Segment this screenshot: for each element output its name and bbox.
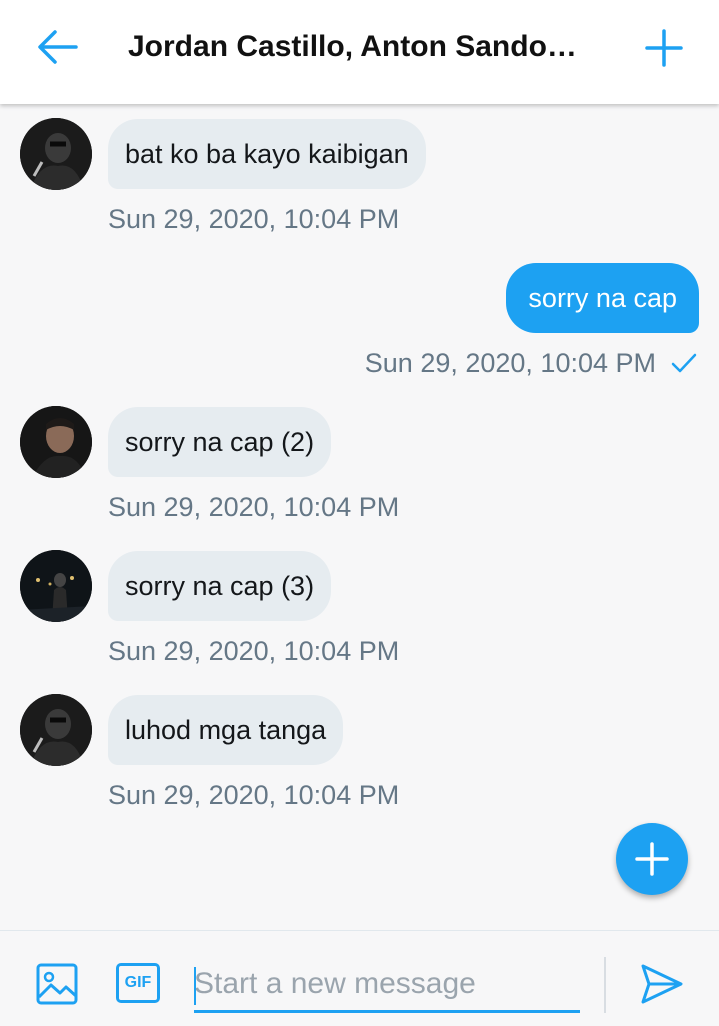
text-cursor	[194, 967, 196, 1005]
attach-image-button[interactable]	[36, 963, 78, 1005]
conversation-title[interactable]: Jordan Castillo, Anton Sandov…	[128, 30, 588, 64]
back-button[interactable]	[36, 28, 78, 66]
avatar-image	[20, 118, 92, 190]
message-bubble[interactable]: luhod mga tanga	[108, 695, 344, 765]
check-icon	[671, 353, 697, 373]
avatar-image	[20, 406, 92, 478]
plus-icon	[635, 842, 669, 876]
message-timestamp: Sun 29, 2020, 10:04 PM	[108, 492, 400, 522]
avatar[interactable]	[20, 118, 92, 190]
new-action-fab[interactable]	[616, 823, 688, 895]
message-bubble[interactable]: bat ko ba kayo kaibigan	[108, 119, 426, 189]
compose-bar: GIF	[0, 930, 719, 1026]
send-button[interactable]	[640, 963, 684, 1005]
message-bubble[interactable]: sorry na cap (2)	[108, 407, 332, 477]
message-timestamp: Sun 29, 2020, 10:04 PM	[108, 780, 400, 810]
message-input[interactable]	[194, 961, 580, 1013]
message-timestamp: Sun 29, 2020, 10:04 PM	[108, 636, 400, 666]
message-bubble[interactable]: sorry na cap	[506, 263, 699, 333]
add-participant-button[interactable]	[644, 28, 684, 68]
avatar-image	[20, 694, 92, 766]
send-icon	[641, 964, 683, 1004]
avatar-image	[20, 550, 92, 622]
conversation-header: Jordan Castillo, Anton Sandov…	[0, 0, 719, 104]
plus-icon	[645, 29, 683, 67]
compose-divider	[604, 957, 606, 1013]
message-list[interactable]: bat ko ba kayo kaibigan Sun 29, 2020, 10…	[0, 104, 719, 930]
message-timestamp: Sun 29, 2020, 10:04 PM	[108, 204, 400, 234]
message-timestamp: Sun 29, 2020, 10:04 PM	[364, 348, 656, 378]
gif-button[interactable]: GIF	[116, 963, 160, 1003]
avatar[interactable]	[20, 550, 92, 622]
avatar[interactable]	[20, 406, 92, 478]
image-icon	[36, 963, 78, 1005]
message-bubble[interactable]: sorry na cap (3)	[108, 551, 332, 621]
arrow-left-icon	[38, 30, 78, 64]
avatar[interactable]	[20, 694, 92, 766]
chat-screen: Jordan Castillo, Anton Sandov… bat ko ba…	[0, 0, 719, 1026]
